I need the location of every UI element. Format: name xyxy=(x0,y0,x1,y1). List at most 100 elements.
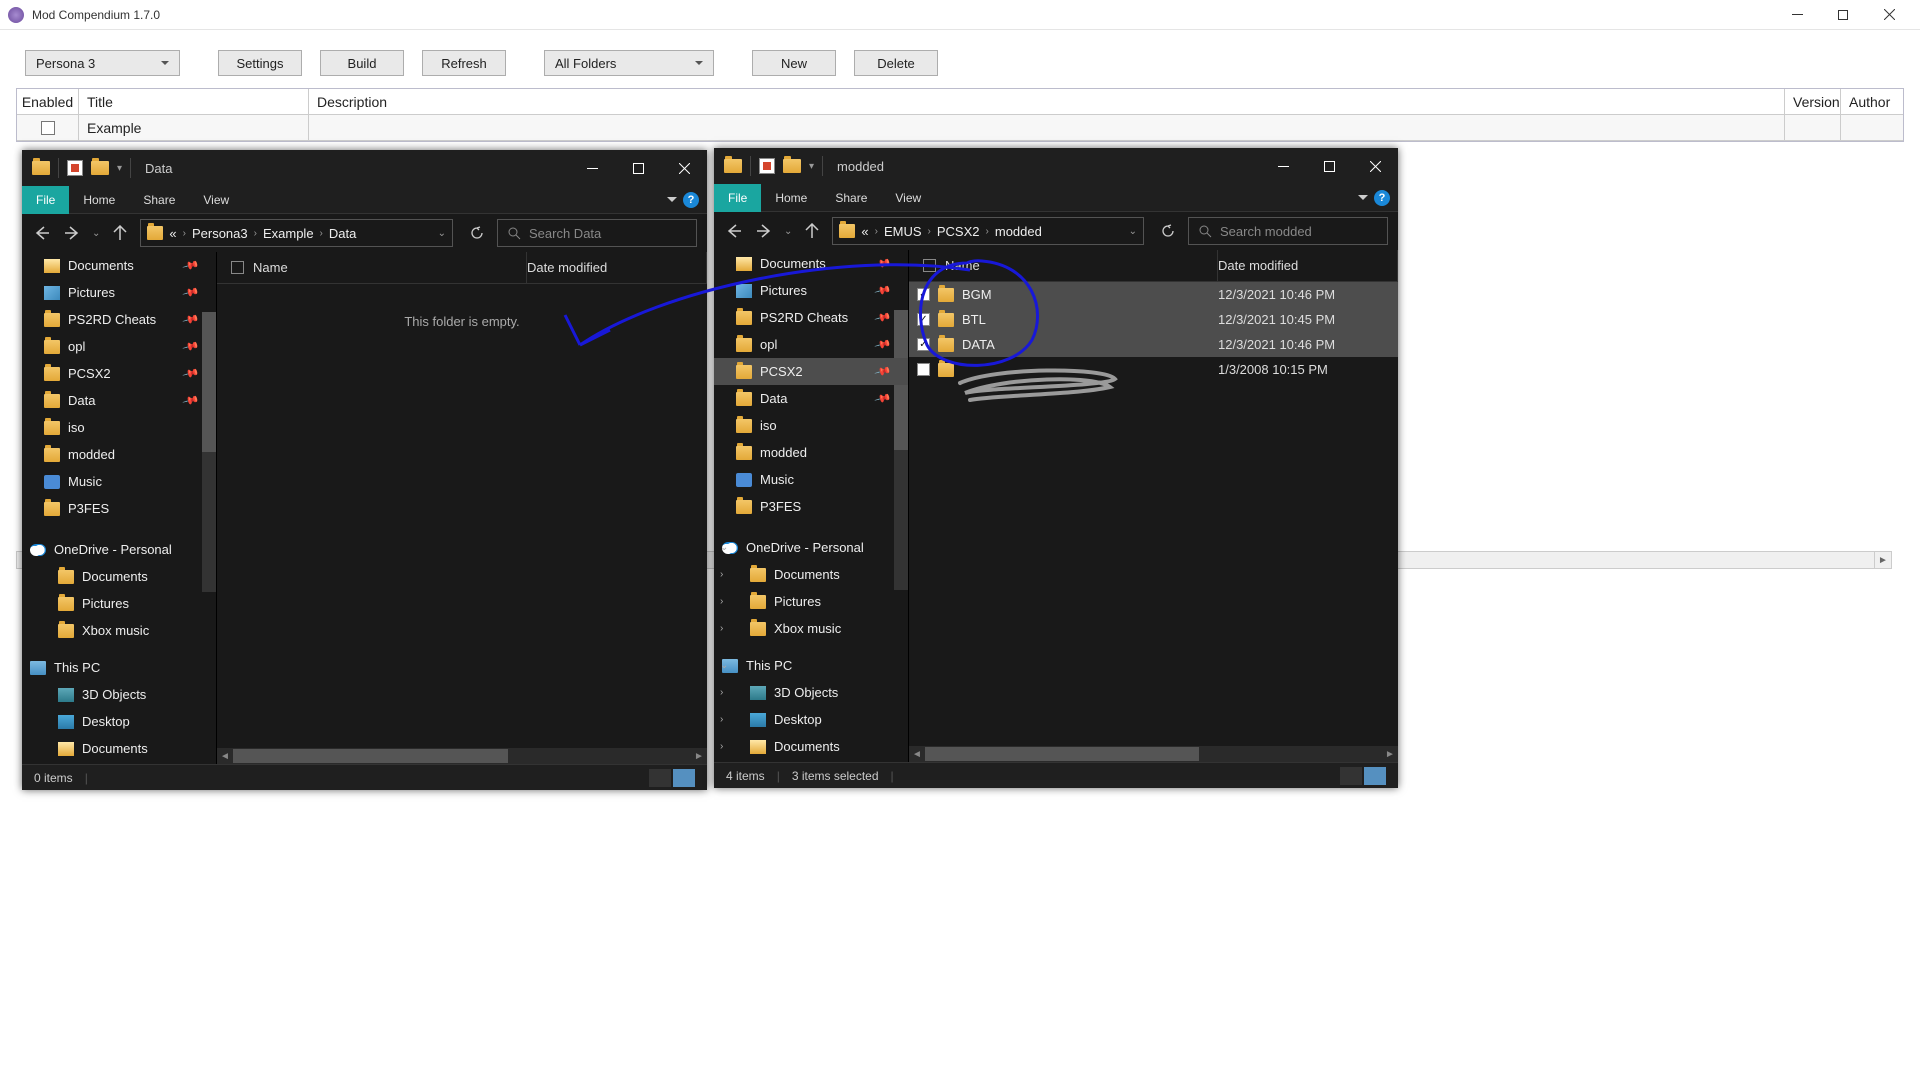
tab-share[interactable]: Share xyxy=(821,184,881,212)
view-toggle[interactable] xyxy=(649,769,695,787)
chevron-right-icon[interactable]: › xyxy=(720,741,723,752)
tab-home[interactable]: Home xyxy=(761,184,821,212)
chevron-right-icon[interactable]: › xyxy=(720,569,723,580)
nav-item-desktop[interactable]: ›Desktop xyxy=(714,706,908,733)
chevron-down-icon[interactable]: ⌄ xyxy=(438,228,446,239)
file-row[interactable]: 1/3/2008 10:15 PM xyxy=(909,357,1398,382)
nav-item-documents[interactable]: ›Documents xyxy=(714,733,908,760)
file-list[interactable]: ✓BGM12/3/2021 10:46 PM✓BTL12/3/2021 10:4… xyxy=(909,282,1398,746)
back-button[interactable] xyxy=(724,221,744,241)
chevron-down-icon[interactable]: ⌄ xyxy=(720,542,728,553)
nav-group-this-pc[interactable]: This PC xyxy=(22,654,216,681)
up-button[interactable] xyxy=(110,223,130,243)
nav-item-3d-objects[interactable]: ›3D Objects xyxy=(714,679,908,706)
history-dropdown-icon[interactable]: ⌄ xyxy=(92,228,100,239)
col-name[interactable]: Name▴ xyxy=(941,250,1218,281)
refresh-icon[interactable] xyxy=(1158,221,1178,241)
nav-item-documents[interactable]: Documents📌 xyxy=(714,250,908,277)
maximize-button[interactable] xyxy=(1306,148,1352,184)
nav-item-desktop[interactable]: Desktop xyxy=(22,708,216,735)
nav-item-p3fes[interactable]: P3FES xyxy=(22,495,216,522)
nav-item-pictures[interactable]: Pictures xyxy=(22,590,216,617)
search-input[interactable]: Search Data xyxy=(497,219,697,247)
nav-item-pcsx2[interactable]: PCSX2📌 xyxy=(714,358,908,385)
new-button[interactable]: New xyxy=(752,50,836,76)
col-date[interactable]: Date modified xyxy=(527,252,707,283)
delete-button[interactable]: Delete xyxy=(854,50,938,76)
nav-item-ps2rd-cheats[interactable]: PS2RD Cheats📌 xyxy=(22,306,216,333)
enabled-checkbox[interactable] xyxy=(41,121,55,135)
view-toggle[interactable] xyxy=(1340,767,1386,785)
nav-group-onedrive-personal[interactable]: OneDrive - Personal xyxy=(22,536,216,563)
col-enabled[interactable]: Enabled xyxy=(17,89,79,115)
col-version[interactable]: Version xyxy=(1785,89,1841,115)
game-dropdown[interactable]: Persona 3 xyxy=(25,50,180,76)
explorer-titlebar[interactable]: ▾ Data xyxy=(22,150,707,186)
minimize-button[interactable] xyxy=(569,150,615,186)
breadcrumb-bar[interactable]: «› Persona3› Example› Data ⌄ xyxy=(140,219,453,247)
nav-group-onedrive-personal[interactable]: ⌄OneDrive - Personal xyxy=(714,534,908,561)
nav-item-data[interactable]: Data📌 xyxy=(22,387,216,414)
nav-item-iso[interactable]: iso xyxy=(714,412,908,439)
select-all-checkbox[interactable] xyxy=(231,261,244,274)
tab-file[interactable]: File xyxy=(22,186,69,214)
tab-view[interactable]: View xyxy=(189,186,243,214)
nav-item-pictures[interactable]: Pictures📌 xyxy=(714,277,908,304)
tab-home[interactable]: Home xyxy=(69,186,129,214)
up-button[interactable] xyxy=(802,221,822,241)
col-date[interactable]: Date modified xyxy=(1218,250,1398,281)
row-checkbox[interactable]: ✓ xyxy=(917,338,930,351)
settings-button[interactable]: Settings xyxy=(218,50,302,76)
col-author[interactable]: Author xyxy=(1841,89,1903,115)
search-input[interactable]: Search modded xyxy=(1188,217,1388,245)
help-icon[interactable]: ? xyxy=(1374,190,1390,206)
nav-item-pcsx2[interactable]: PCSX2📌 xyxy=(22,360,216,387)
ribbon-collapse-icon[interactable] xyxy=(667,197,677,207)
close-button[interactable] xyxy=(1866,0,1912,30)
refresh-icon[interactable] xyxy=(467,223,487,243)
nav-item-music[interactable]: Music xyxy=(714,466,908,493)
h-scrollbar[interactable]: ◄► xyxy=(909,746,1398,762)
chevron-down-icon[interactable]: ⌄ xyxy=(720,660,728,671)
quick-access-icon[interactable] xyxy=(759,158,775,174)
nav-item-data[interactable]: Data📌 xyxy=(714,385,908,412)
titlebar-folder-icon-2[interactable] xyxy=(783,159,801,173)
minimize-button[interactable] xyxy=(1774,0,1820,30)
chevron-right-icon[interactable]: › xyxy=(720,596,723,607)
build-button[interactable]: Build xyxy=(320,50,404,76)
forward-button[interactable] xyxy=(754,221,774,241)
row-checkbox[interactable] xyxy=(917,363,930,376)
nav-item-3d-objects[interactable]: 3D Objects xyxy=(22,681,216,708)
chevron-down-icon[interactable]: ▾ xyxy=(809,161,814,172)
nav-item-iso[interactable]: iso xyxy=(22,414,216,441)
h-scrollbar[interactable]: ◄► xyxy=(217,748,707,764)
nav-item-pictures[interactable]: Pictures📌 xyxy=(22,279,216,306)
maximize-button[interactable] xyxy=(1820,0,1866,30)
close-button[interactable] xyxy=(661,150,707,186)
nav-item-pictures[interactable]: ›Pictures xyxy=(714,588,908,615)
chevron-right-icon[interactable]: › xyxy=(720,687,723,698)
nav-item-documents[interactable]: Documents xyxy=(22,563,216,590)
col-title[interactable]: Title xyxy=(79,89,309,115)
help-icon[interactable]: ? xyxy=(683,192,699,208)
nav-item-documents[interactable]: Documents xyxy=(22,735,216,762)
select-all-checkbox[interactable] xyxy=(923,259,936,272)
nav-item-xbox-music[interactable]: Xbox music xyxy=(22,617,216,644)
forward-button[interactable] xyxy=(62,223,82,243)
nav-pane[interactable]: Documents📌Pictures📌PS2RD Cheats📌opl📌PCSX… xyxy=(714,250,909,762)
file-row[interactable]: ✓DATA12/3/2021 10:46 PM xyxy=(909,332,1398,357)
back-button[interactable] xyxy=(32,223,52,243)
nav-item-opl[interactable]: opl📌 xyxy=(22,333,216,360)
close-button[interactable] xyxy=(1352,148,1398,184)
ribbon-collapse-icon[interactable] xyxy=(1358,195,1368,205)
chevron-down-icon[interactable]: ⌄ xyxy=(1129,226,1137,237)
tab-file[interactable]: File xyxy=(714,184,761,212)
nav-item-documents[interactable]: Documents📌 xyxy=(22,252,216,279)
chevron-right-icon[interactable]: › xyxy=(720,623,723,634)
nav-item-modded[interactable]: modded xyxy=(714,439,908,466)
quick-access-icon[interactable] xyxy=(67,160,83,176)
nav-group-this-pc[interactable]: ⌄This PC xyxy=(714,652,908,679)
refresh-button[interactable]: Refresh xyxy=(422,50,506,76)
chevron-down-icon[interactable]: ▾ xyxy=(117,163,122,174)
col-description[interactable]: Description xyxy=(309,89,1785,115)
